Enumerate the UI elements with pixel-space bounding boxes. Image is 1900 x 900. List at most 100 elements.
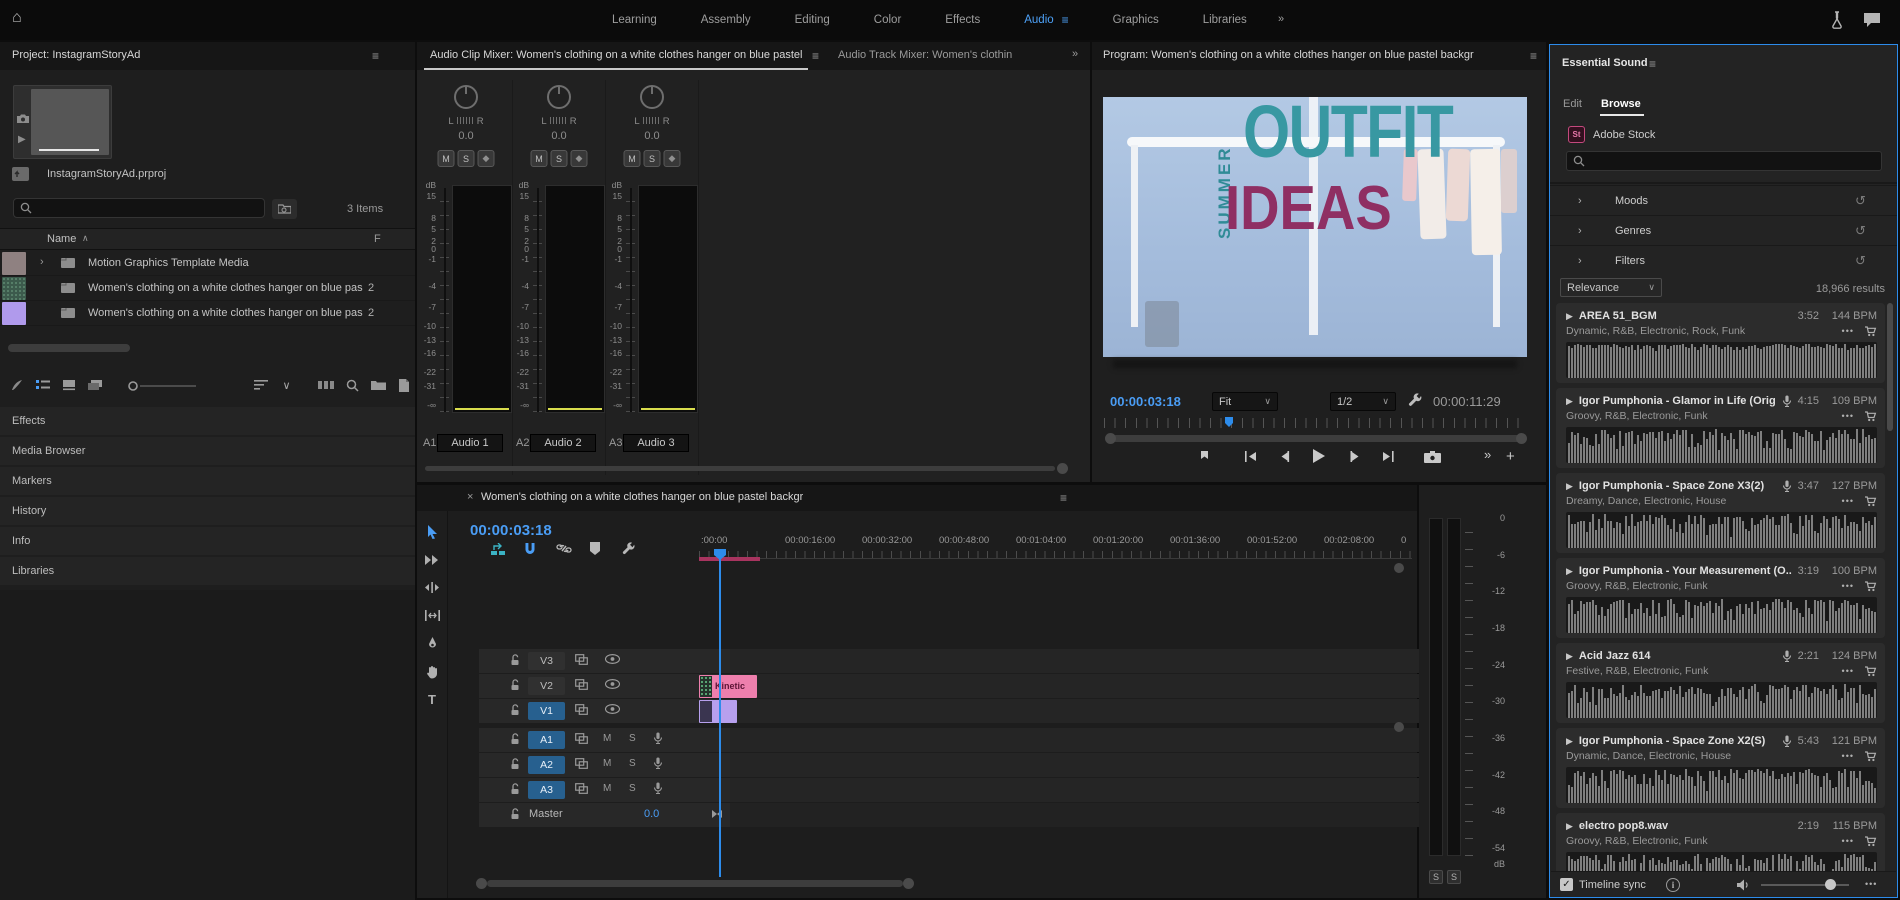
mute-button[interactable]: M	[624, 150, 641, 167]
go-to-out-button[interactable]	[1381, 451, 1395, 462]
track-name[interactable]: Audio 3	[623, 434, 689, 452]
sync-lock-icon[interactable]	[575, 783, 588, 794]
video-track-lane[interactable]	[730, 649, 1443, 673]
sort-icon[interactable]	[250, 375, 272, 395]
workspace-tab[interactable]: Color ≡	[874, 14, 901, 26]
track-target-toggle[interactable]: V2	[528, 677, 565, 695]
ripple-edit-tool[interactable]	[421, 579, 443, 596]
results-scrollbar[interactable]	[1887, 303, 1893, 431]
reset-icon[interactable]: ↺	[1855, 193, 1866, 209]
footer-more-icon[interactable]: •••	[1865, 879, 1877, 889]
track-target-toggle[interactable]: V1	[528, 702, 565, 720]
collapsed-panel-tab[interactable]: Libraries	[0, 557, 415, 585]
insert-as-nest-icon[interactable]	[490, 543, 506, 556]
step-back-button[interactable]	[1278, 451, 1290, 462]
linked-selection-icon[interactable]	[556, 542, 572, 555]
essential-sound-menu-icon[interactable]: ≡	[1649, 57, 1656, 71]
track-select-forward-tool[interactable]	[421, 551, 443, 568]
volume-fader[interactable]	[533, 188, 542, 412]
thumbnail-scrub-bar[interactable]	[39, 149, 99, 151]
button-overflow-icon[interactable]: »	[1484, 447, 1491, 462]
track-lock-icon[interactable]	[510, 783, 520, 795]
master-volume-value[interactable]: 0.0	[644, 808, 659, 820]
home-icon[interactable]: ⌂	[12, 9, 22, 27]
track-lock-icon[interactable]	[510, 808, 520, 820]
project-item-row[interactable]: › Women's clothing on a white clothes ha…	[0, 276, 415, 301]
project-filename[interactable]: InstagramStoryAd.prproj	[47, 168, 166, 180]
sound-item[interactable]: ▶ Igor Pumphonia - Glamor in Life (Origi…	[1556, 388, 1885, 468]
timeline-ruler[interactable]: :00:0000:00:16:0000:00:32:0000:00:48:000…	[699, 535, 1412, 547]
timeline-current-timecode[interactable]: 00:00:03:18	[470, 522, 552, 539]
toggle-track-output-eye-icon[interactable]	[605, 679, 620, 689]
reset-icon[interactable]: ↺	[1855, 253, 1866, 269]
track-solo-button[interactable]: S	[629, 733, 636, 744]
pan-value[interactable]: 0.0	[513, 130, 605, 142]
solo-button[interactable]: S	[551, 150, 568, 167]
program-tab[interactable]: Program: Women's clothing on a white clo…	[1103, 49, 1474, 61]
waveform-preview[interactable]	[1566, 427, 1877, 463]
program-current-timecode[interactable]: 00:00:03:18	[1110, 394, 1181, 409]
button-editor-add-icon[interactable]: +	[1506, 448, 1515, 465]
play-icon[interactable]: ▶	[1566, 481, 1573, 492]
pan-knob[interactable]	[640, 85, 664, 109]
filter-section-row[interactable]: › Genres ↺	[1550, 215, 1897, 245]
more-options-icon[interactable]: •••	[1842, 581, 1854, 591]
voiceover-record-mic-icon[interactable]	[653, 782, 663, 795]
label-color-swatch[interactable]	[2, 252, 26, 275]
essential-sound-title[interactable]: Essential Sound	[1562, 57, 1648, 69]
solo-button[interactable]: S	[644, 150, 661, 167]
expand-chevron-icon[interactable]: ›	[1578, 255, 1582, 267]
step-forward-button[interactable]	[1350, 451, 1362, 462]
waveform-preview[interactable]	[1566, 342, 1877, 378]
more-options-icon[interactable]: •••	[1842, 326, 1854, 336]
sync-lock-icon[interactable]	[575, 733, 588, 744]
track-solo-button[interactable]: S	[629, 758, 636, 769]
track-target-toggle[interactable]: A3	[528, 781, 565, 799]
timeline-settings-wrench-icon[interactable]	[622, 542, 636, 556]
keyframe-toggle-button[interactable]: ◆	[478, 150, 495, 167]
solo-right-button[interactable]: S	[1447, 870, 1461, 884]
toggle-track-output-eye-icon[interactable]	[605, 704, 620, 714]
sort-by-select[interactable]: Relevance∨	[1560, 278, 1662, 297]
track-mute-button[interactable]: M	[603, 758, 611, 769]
find-icon[interactable]	[341, 375, 363, 395]
timeline-scroll-left-handle[interactable]	[476, 878, 487, 889]
zoom-slider[interactable]	[128, 381, 198, 387]
more-options-icon[interactable]: •••	[1842, 666, 1854, 676]
track-name[interactable]: Audio 2	[530, 434, 596, 452]
waveform-preview[interactable]	[1566, 767, 1877, 803]
cart-icon[interactable]	[1864, 410, 1877, 422]
more-options-icon[interactable]: •••	[1842, 496, 1854, 506]
play-icon[interactable]: ▶	[1566, 311, 1573, 322]
waveform-preview[interactable]	[1566, 852, 1877, 872]
scrollbar-right-handle[interactable]	[1516, 433, 1527, 444]
workspace-tab[interactable]: Graphics ≡	[1113, 14, 1159, 26]
waveform-preview[interactable]	[1566, 597, 1877, 633]
track-solo-button[interactable]: S	[629, 783, 636, 794]
workspace-tab[interactable]: Assembly ≡	[701, 14, 751, 26]
workspace-tab[interactable]: Audio ≡	[1024, 13, 1068, 27]
workspace-tab[interactable]: Learning ≡	[612, 14, 657, 26]
sound-item[interactable]: ▶ electro pop8.wav 2:19 115 BPM Groovy, …	[1556, 813, 1885, 872]
workspace-overflow-icon[interactable]: »	[1278, 13, 1284, 25]
new-bin-icon[interactable]	[367, 375, 389, 395]
program-panel-menu-icon[interactable]: ≡	[1530, 49, 1537, 63]
feedback-comment-icon[interactable]	[1862, 11, 1882, 28]
workspace-tab[interactable]: Libraries ≡	[1203, 14, 1247, 26]
mute-button[interactable]: M	[531, 150, 548, 167]
camera-icon[interactable]	[17, 114, 29, 123]
solo-button[interactable]: S	[458, 150, 475, 167]
sound-item[interactable]: ▶ Igor Pumphonia - Your Measurement (O..…	[1556, 558, 1885, 638]
audio-clip-mixer-tab[interactable]: Audio Clip Mixer: Women's clothing on a …	[430, 49, 806, 61]
expand-chevron-icon[interactable]: ›	[1578, 195, 1582, 207]
expand-chevron-icon[interactable]: ›	[40, 256, 44, 268]
program-preview[interactable]: SUMMER OUTFIT IDEAS	[1103, 97, 1527, 357]
project-panel-menu-icon[interactable]: ≡	[372, 49, 379, 63]
waveform-preview[interactable]	[1566, 682, 1877, 718]
icon-view-icon[interactable]	[58, 375, 80, 395]
voiceover-record-mic-icon[interactable]	[653, 757, 663, 770]
tab-browse[interactable]: Browse	[1601, 98, 1641, 110]
playhead-line[interactable]	[719, 549, 721, 877]
timeline-scroll-right-handle[interactable]	[903, 878, 914, 889]
track-mute-button[interactable]: M	[603, 783, 611, 794]
